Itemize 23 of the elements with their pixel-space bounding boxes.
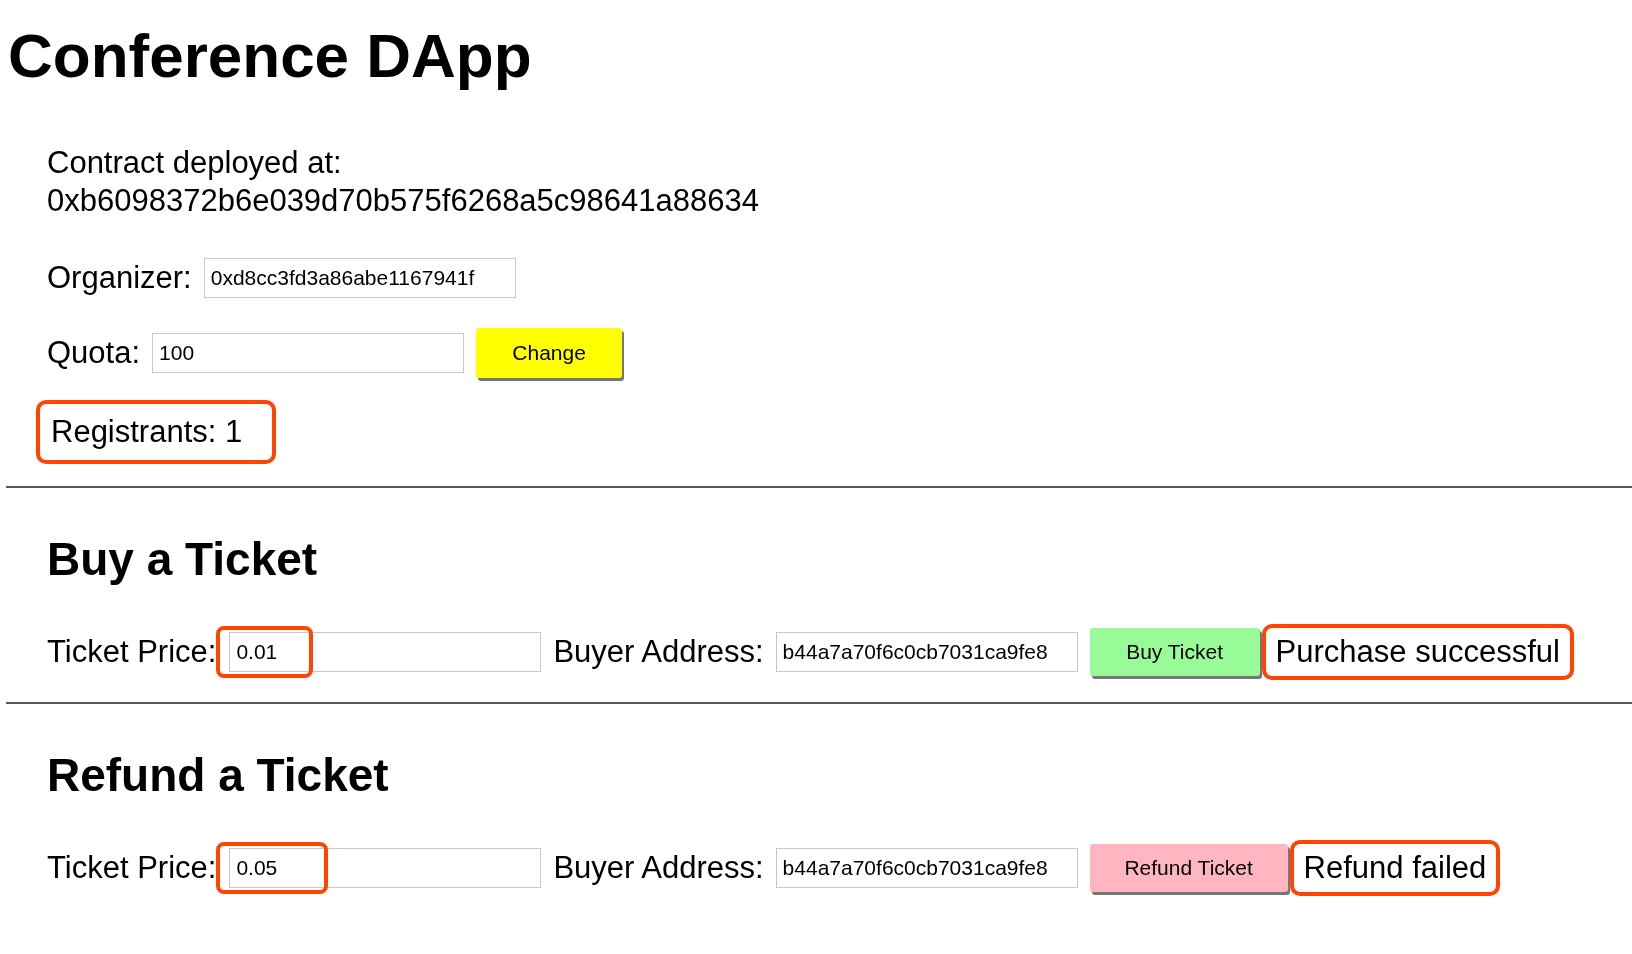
buyer-address-field[interactable]: b44a7a70f6c0cb7031ca9fe8 — [775, 632, 1078, 672]
change-button[interactable]: Change — [476, 328, 623, 378]
quota-field[interactable]: 100 — [152, 333, 465, 373]
ticket-price-label: Ticket Price: — [47, 634, 217, 670]
ticket-price-label: Ticket Price: — [47, 850, 217, 886]
section-heading: Buy a Ticket — [47, 532, 319, 586]
page-title: Conference DApp — [7, 20, 533, 92]
registrants-count: Registrants: 1 — [36, 400, 277, 464]
buyer-address-field[interactable]: b44a7a70f6c0cb7031ca9fe8 — [775, 848, 1078, 888]
organizer-field[interactable]: 0xd8cc3fd3a86abe1167941f — [203, 258, 516, 298]
organizer-label: Organizer: — [47, 260, 192, 296]
status-message: Purchase successful — [1261, 624, 1574, 680]
contract-address: 0xb6098372b6e039d70b575f6268a5c98641a88634 — [47, 182, 760, 220]
buyer-address-label: Buyer Address: — [553, 850, 764, 886]
contract-label: Contract deployed at: — [47, 144, 343, 182]
refund-ticket-button[interactable]: Refund Ticket — [1089, 844, 1288, 892]
status-message: Refund failed — [1289, 840, 1501, 896]
buyer-address-label: Buyer Address: — [553, 634, 764, 670]
buy-ticket-button[interactable]: Buy Ticket — [1089, 628, 1260, 676]
ticket-price-field[interactable]: 0.05 — [229, 848, 542, 888]
quota-label: Quota: — [47, 335, 141, 371]
section-heading: Refund a Ticket — [47, 748, 390, 802]
ticket-price-field[interactable]: 0.01 — [229, 632, 542, 672]
